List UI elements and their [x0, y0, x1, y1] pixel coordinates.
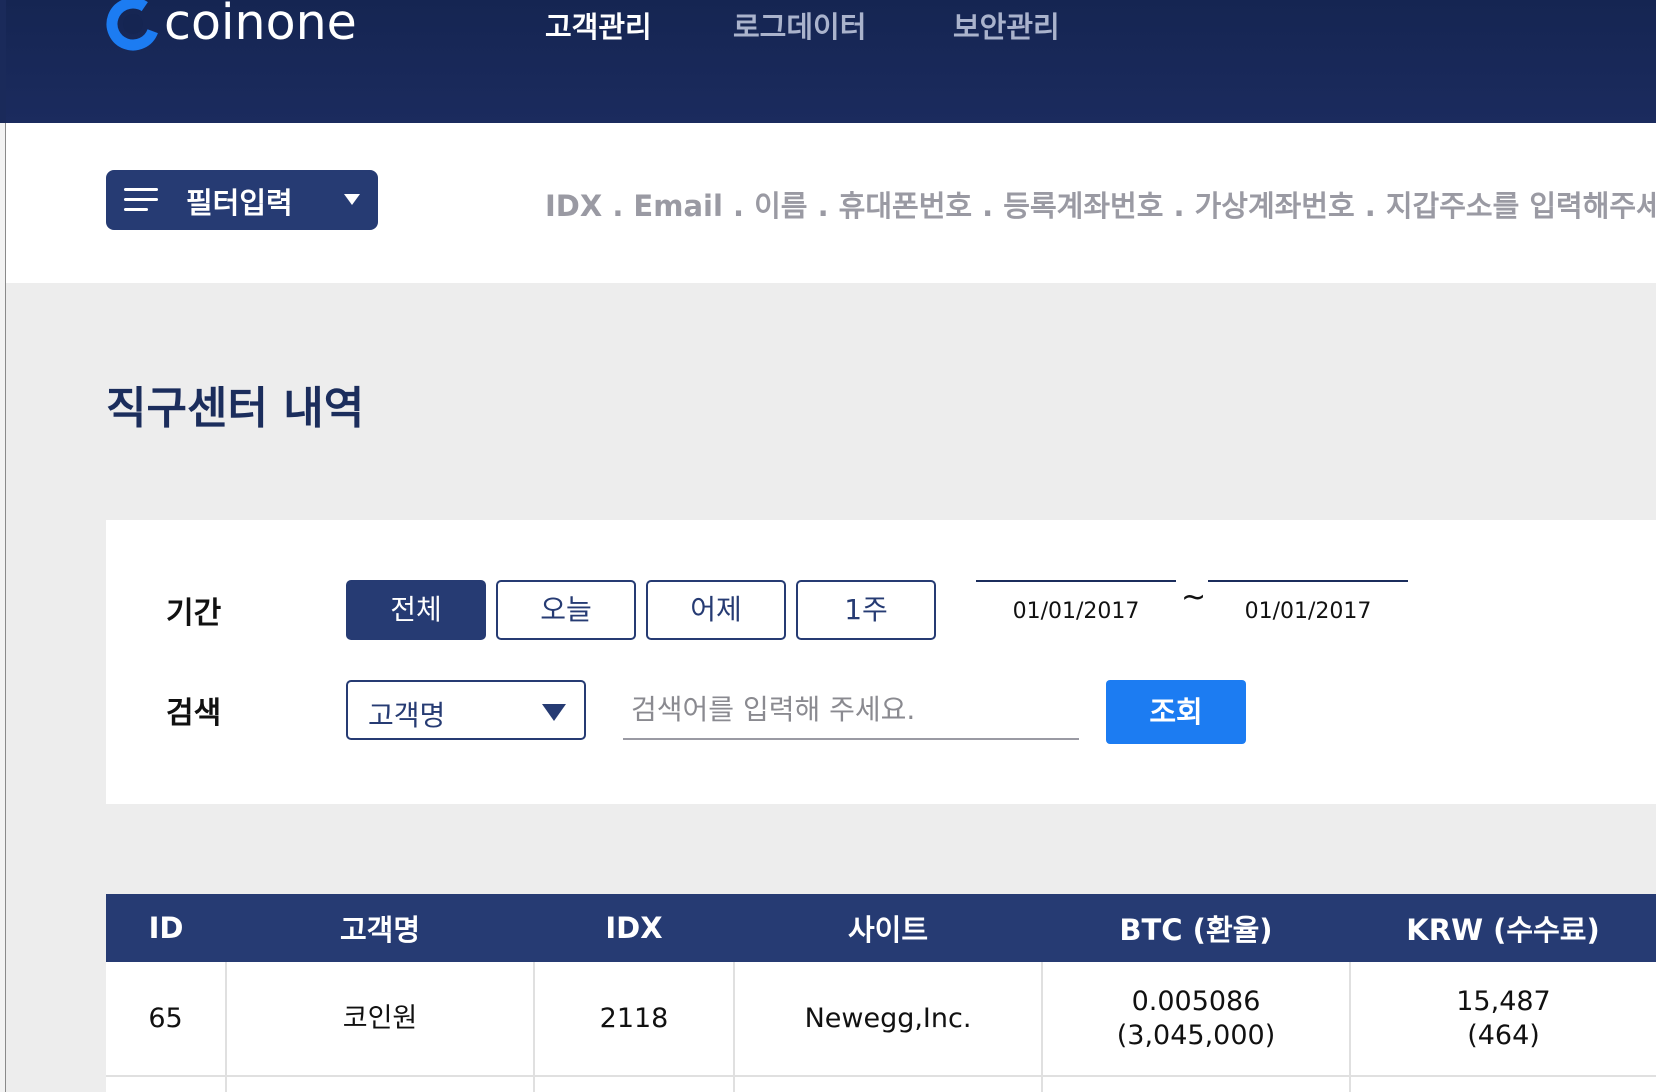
nav-item-log-data[interactable]: 로그데이터: [733, 4, 866, 46]
period-today-button[interactable]: 오늘: [496, 580, 636, 640]
period-week-button[interactable]: 1주: [796, 580, 936, 640]
date-separator: ~: [1181, 580, 1207, 615]
filter-input-button[interactable]: 필터입력: [106, 170, 378, 230]
cell-site: Newegg,Inc.: [734, 962, 1043, 1077]
cell-customer: 코인원: [226, 962, 535, 1077]
column-header-btc[interactable]: BTC (환율): [1042, 894, 1350, 962]
filter-button-label: 필터입력: [186, 186, 293, 220]
column-header-idx[interactable]: IDX: [534, 894, 734, 962]
background-window-header: [0, 0, 6, 123]
cell-idx: 2118: [534, 962, 735, 1077]
search-type-value: 고객명: [368, 699, 446, 732]
top-header: coinone 고객관리 로그데이터 보안관리: [0, 0, 1656, 123]
cell-krw: 15,487 (464): [1350, 962, 1656, 1077]
search-input[interactable]: [623, 680, 1079, 740]
column-header-customer[interactable]: 고객명: [226, 894, 534, 962]
logo[interactable]: coinone: [106, 0, 357, 54]
cell-empty: [734, 1076, 1043, 1092]
search-panel: 기간 전체 오늘 어제 1주 01/01/2017 ~ 01/01/2017 검…: [106, 520, 1656, 804]
table-row[interactable]: 65 코인원 2118 Newegg,Inc. 0.005086 (3,045,…: [106, 962, 1656, 1077]
filter-bar: 필터입력 IDX . Email . 이름 . 휴대폰번호 . 등록계좌번호 .…: [0, 123, 1656, 283]
column-header-site[interactable]: 사이트: [734, 894, 1042, 962]
cell-btc: 0.005086 (3,045,000): [1042, 962, 1351, 1077]
cell-id: 65: [106, 962, 227, 1077]
page-title: 직구센터 내역: [106, 383, 365, 434]
background-window-edge: [0, 0, 6, 1092]
history-table-wrap: ID 고객명 IDX 사이트 BTC (환율) KRW (수수료) 65 코인원…: [106, 894, 1656, 1092]
cell-empty: [534, 1076, 735, 1092]
column-header-krw[interactable]: KRW (수수료): [1350, 894, 1656, 962]
cell-empty: [226, 1076, 535, 1092]
date-to-field[interactable]: 01/01/2017: [1208, 580, 1408, 638]
logo-text: coinone: [164, 0, 357, 51]
period-yesterday-button[interactable]: 어제: [646, 580, 786, 640]
history-table: ID 고객명 IDX 사이트 BTC (환율) KRW (수수료) 65 코인원…: [106, 894, 1656, 1092]
nav-item-security[interactable]: 보안관리: [953, 4, 1060, 46]
krw-fee: (464): [1467, 1019, 1540, 1051]
nav-item-customer[interactable]: 고객관리: [545, 4, 652, 46]
table-header-row: ID 고객명 IDX 사이트 BTC (환율) KRW (수수료): [106, 894, 1656, 962]
period-all-button[interactable]: 전체: [346, 580, 486, 640]
date-from-field[interactable]: 01/01/2017: [976, 580, 1176, 638]
app-root: coinone 고객관리 로그데이터 보안관리 필터입력 IDX . Email…: [0, 0, 1656, 1092]
period-label: 기간: [166, 596, 222, 631]
cell-empty: [106, 1076, 227, 1092]
btc-rate: (3,045,000): [1116, 1019, 1276, 1051]
krw-amount: 15,487: [1456, 985, 1551, 1017]
table-row[interactable]: [106, 1076, 1656, 1092]
search-type-select[interactable]: 고객명: [346, 680, 586, 740]
caret-down-icon: [344, 194, 360, 205]
filter-hint: IDX . Email . 이름 . 휴대폰번호 . 등록계좌번호 . 가상계좌…: [545, 189, 1656, 223]
search-label: 검색: [166, 696, 222, 731]
search-submit-button[interactable]: 조회: [1106, 680, 1246, 744]
hamburger-icon: [124, 188, 158, 212]
coinone-logo-icon: [106, 0, 160, 51]
cell-empty: [1042, 1076, 1351, 1092]
cell-empty: [1350, 1076, 1656, 1092]
caret-down-icon: [542, 704, 566, 721]
column-header-id[interactable]: ID: [106, 894, 226, 962]
btc-amount: 0.005086: [1131, 985, 1261, 1017]
